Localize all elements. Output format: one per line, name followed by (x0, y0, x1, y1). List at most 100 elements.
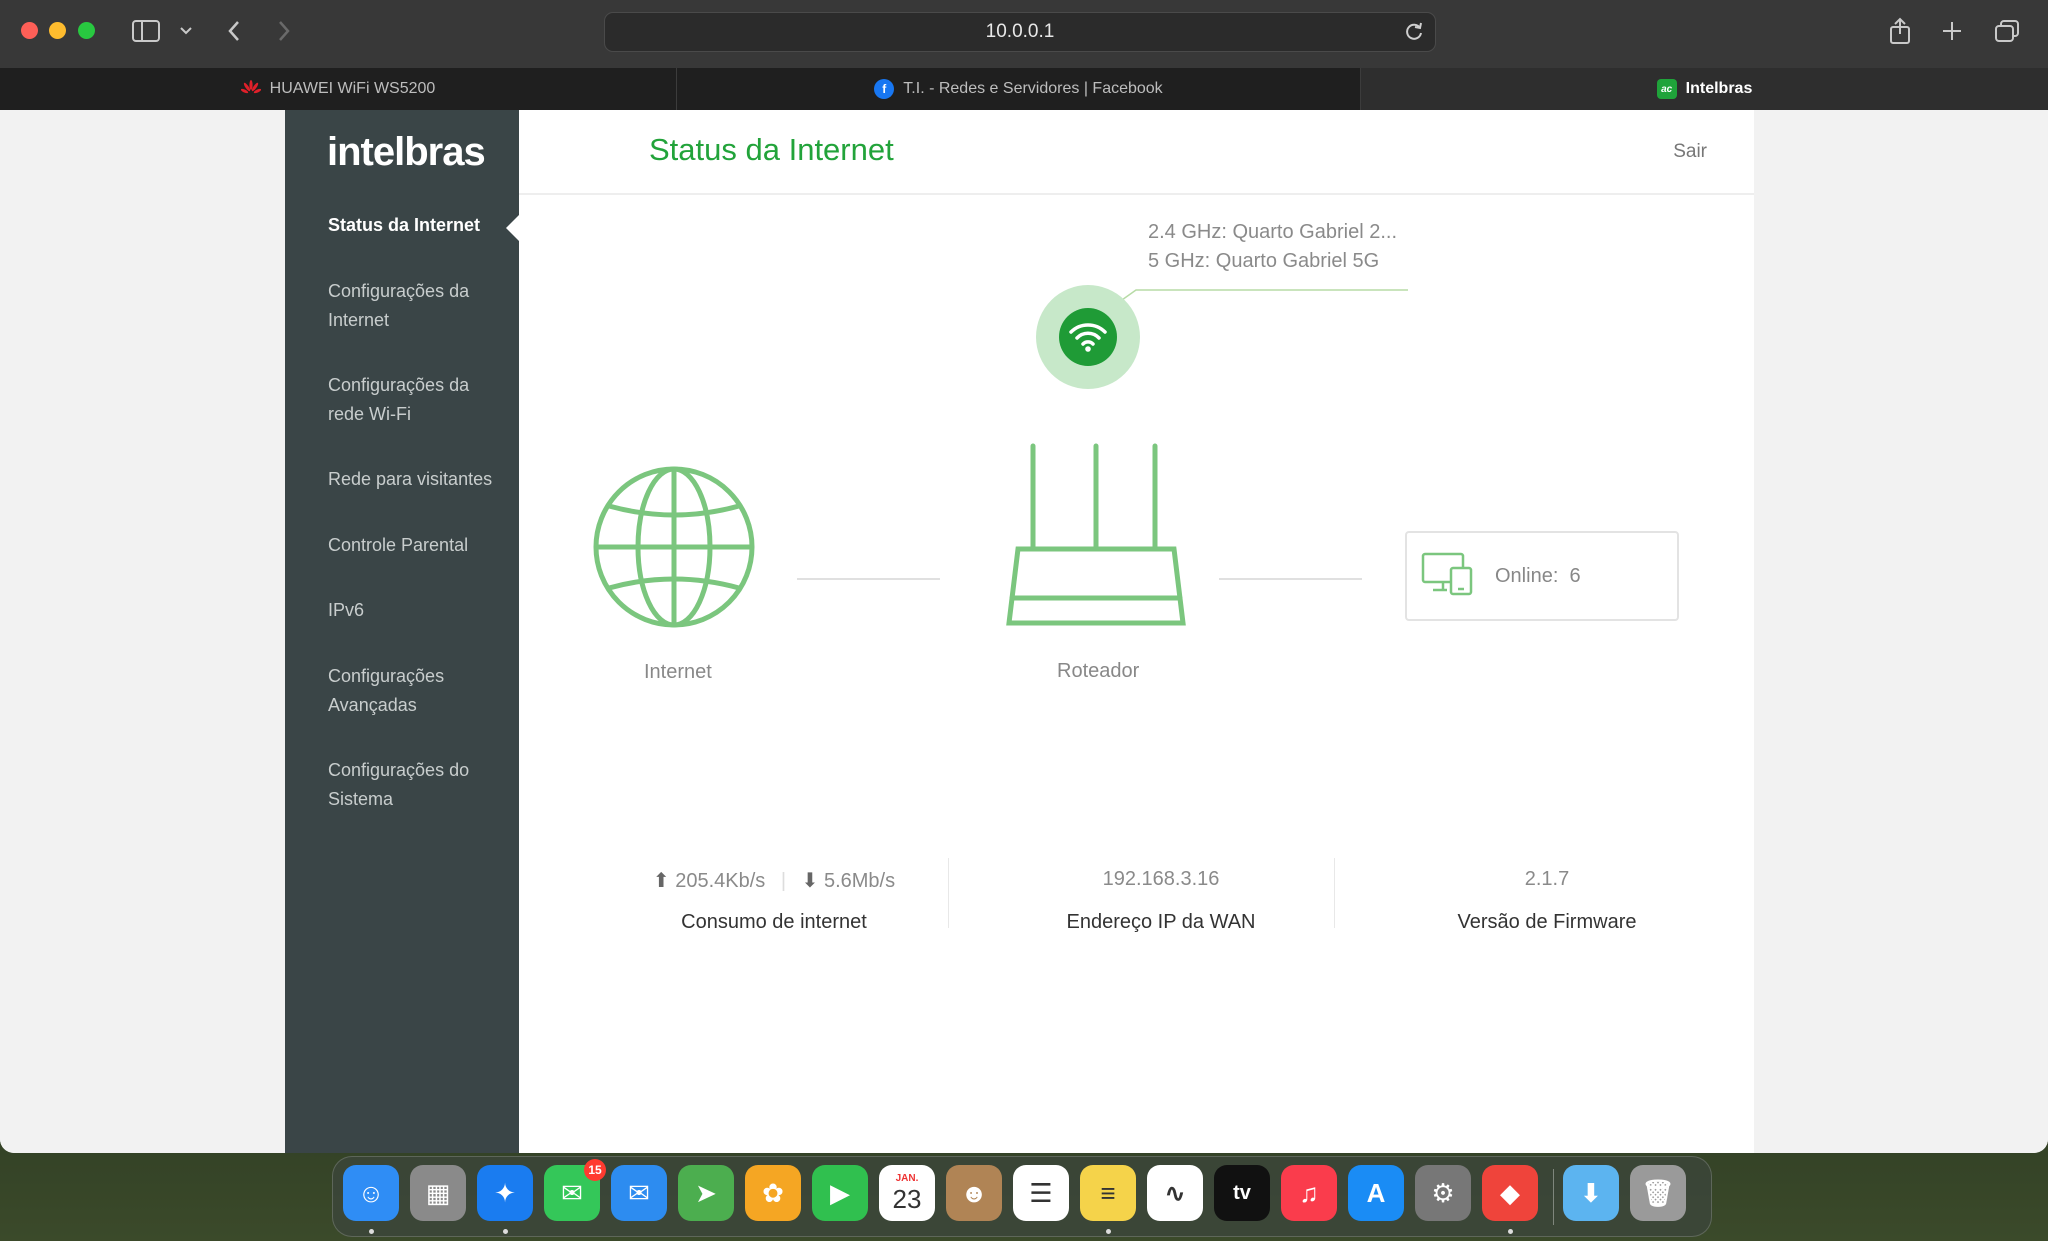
dock-app-glyph: ✉ (628, 1177, 650, 1208)
wan-ip-label: Endereço IP da WAN (1066, 911, 1256, 933)
reminders-icon[interactable]: ☰ (1013, 1165, 1069, 1221)
dock-app-glyph: ✿ (762, 1177, 784, 1208)
internet-consumption-values: ⬆ 205.4Kb/s | ⬇ 5.6Mb/s (624, 868, 924, 893)
upload-arrow-icon: ⬆ (652, 870, 670, 892)
mail-icon[interactable]: ✉ (611, 1165, 667, 1221)
browser-window: 10.0.0.1 HUAWEI WiFi WS5200 f T.I. - Red… (0, 0, 2048, 1153)
address-bar[interactable]: 10.0.0.1 (604, 12, 1436, 52)
freeform-icon[interactable]: ∿ (1147, 1165, 1203, 1221)
browser-toolbar: 10.0.0.1 (0, 0, 2048, 68)
running-indicator (503, 1229, 508, 1234)
url-text: 10.0.0.1 (985, 21, 1055, 42)
sidebar-item-ipv6[interactable]: IPv6 (328, 596, 508, 625)
sidebar-item-configuracoes-do-sistema[interactable]: Configurações do Sistema (328, 756, 508, 814)
running-indicator (369, 1229, 374, 1234)
forward-icon[interactable] (272, 14, 296, 48)
sidebar-item-rede-para-visitantes[interactable]: Rede para visitantes (328, 465, 508, 494)
router-admin-page: intelbras Status da Internet Configuraçõ… (0, 110, 2048, 1153)
wifi-icon (1059, 308, 1117, 366)
dock-app-glyph: ≡ (1100, 1177, 1116, 1208)
main-content: Status da Internet Sair 2.4 GHz: Quarto … (519, 110, 1754, 1153)
tab-overview-icon[interactable] (1992, 14, 2022, 48)
dock-app-glyph: ◆ (1500, 1177, 1520, 1208)
internet-label: Internet (644, 661, 712, 683)
online-devices-text: Online: 6 (1495, 565, 1581, 588)
download-rate: 5.6Mb/s (823, 870, 896, 892)
facetime-icon[interactable]: ▶ (812, 1165, 868, 1221)
dock-app-glyph: ⬇ (1580, 1177, 1602, 1208)
running-indicator (1106, 1229, 1111, 1234)
app-store-icon[interactable]: A (1348, 1165, 1404, 1221)
devices-icon (1421, 552, 1475, 601)
launchpad-icon[interactable]: ▦ (410, 1165, 466, 1221)
online-label: Online: (1495, 564, 1559, 587)
anydesk-icon[interactable]: ◆ (1482, 1165, 1538, 1221)
share-icon[interactable] (1886, 14, 1914, 48)
globe-icon (591, 464, 757, 635)
wifi-status-icon[interactable] (1036, 285, 1140, 389)
close-window-button[interactable] (21, 22, 38, 39)
router-label: Roteador (1057, 660, 1140, 682)
tab-bar: HUAWEI WiFi WS5200 f T.I. - Redes e Serv… (0, 68, 2048, 110)
notification-badge: 15 (584, 1159, 606, 1181)
download-arrow-icon: ⬇ (801, 870, 819, 892)
tab-label: HUAWEI WiFi WS5200 (269, 80, 436, 97)
router-devices-connector (1219, 578, 1362, 580)
firmware-version-value: 2.1.7 (1524, 868, 1570, 890)
system-settings-icon[interactable]: ⚙ (1415, 1165, 1471, 1221)
back-icon[interactable] (222, 14, 246, 48)
dock-app-glyph: A (1366, 1177, 1386, 1208)
trash-icon[interactable]: 🗑 (1630, 1165, 1686, 1221)
tab-intelbras[interactable]: ac Intelbras (1361, 68, 2048, 110)
calendar-day: 23 (892, 1184, 922, 1214)
dock-app-glyph: ✉ (561, 1177, 583, 1208)
tab-label: Intelbras (1685, 80, 1753, 97)
sidebar-item-status-da-internet[interactable]: Status da Internet (328, 211, 508, 240)
calendar-icon[interactable]: JAN. 23 (879, 1165, 935, 1221)
active-item-indicator (506, 214, 520, 242)
tab-label: T.I. - Redes e Servidores | Facebook (903, 80, 1163, 97)
huawei-logo-icon (240, 79, 261, 99)
rate-divider: | (780, 870, 787, 892)
firmware-version-label: Versão de Firmware (1457, 911, 1637, 933)
zoom-window-button[interactable] (78, 22, 95, 39)
maps-icon[interactable]: ➤ (678, 1165, 734, 1221)
dock-app-glyph: ▦ (425, 1177, 451, 1208)
dock-app-glyph: ➤ (695, 1177, 717, 1208)
contacts-icon[interactable]: ☻ (946, 1165, 1002, 1221)
tab-facebook[interactable]: f T.I. - Redes e Servidores | Facebook (677, 68, 1360, 110)
safari-icon[interactable]: ✦ (477, 1165, 533, 1221)
wan-ip-value: 192.168.3.16 (1102, 868, 1220, 890)
dock-app-glyph: ∿ (1164, 1177, 1186, 1208)
sidebar-item-configuracoes-wifi[interactable]: Configurações da rede Wi-Fi (328, 371, 508, 429)
tab-huawei[interactable]: HUAWEI WiFi WS5200 (0, 68, 676, 110)
reload-icon[interactable] (1403, 21, 1425, 49)
dock-app-glyph: tv (1233, 1181, 1251, 1204)
online-devices-box[interactable]: Online: 6 (1405, 531, 1679, 621)
notes-icon[interactable]: ≡ (1080, 1165, 1136, 1221)
dock-app-glyph: 🗑 (1641, 1177, 1675, 1208)
dock-separator (1553, 1169, 1554, 1225)
downloads-folder-icon[interactable]: ⬇ (1563, 1165, 1619, 1221)
messages-icon[interactable]: ✉ 15 (544, 1159, 606, 1221)
sidebar-toggle-icon[interactable] (130, 14, 162, 48)
running-indicator (1508, 1229, 1513, 1234)
dock-app-glyph: ✦ (494, 1177, 516, 1208)
photos-icon[interactable]: ✿ (745, 1165, 801, 1221)
minimize-window-button[interactable] (49, 22, 66, 39)
sidebar-item-controle-parental[interactable]: Controle Parental (328, 531, 508, 560)
new-tab-icon[interactable] (1938, 14, 1966, 48)
chevron-down-icon[interactable] (176, 14, 196, 48)
internet-router-connector (797, 578, 940, 580)
stats-divider (948, 858, 949, 928)
tv-icon[interactable]: tv (1214, 1165, 1270, 1221)
dock-app-glyph: ☺ (357, 1177, 385, 1208)
sidebar-item-configuracoes-da-internet[interactable]: Configurações da Internet (328, 277, 508, 335)
dock-app-glyph: ⚙ (1431, 1177, 1455, 1208)
sidebar-item-configuracoes-avancadas[interactable]: Configurações Avançadas (328, 662, 508, 720)
router-icon (1004, 443, 1188, 634)
dock-app-glyph: ▶ (830, 1177, 850, 1208)
music-icon[interactable]: ♫ (1281, 1165, 1337, 1221)
intelbras-logo: intelbras (327, 130, 486, 174)
finder-icon[interactable]: ☺ (343, 1165, 399, 1221)
